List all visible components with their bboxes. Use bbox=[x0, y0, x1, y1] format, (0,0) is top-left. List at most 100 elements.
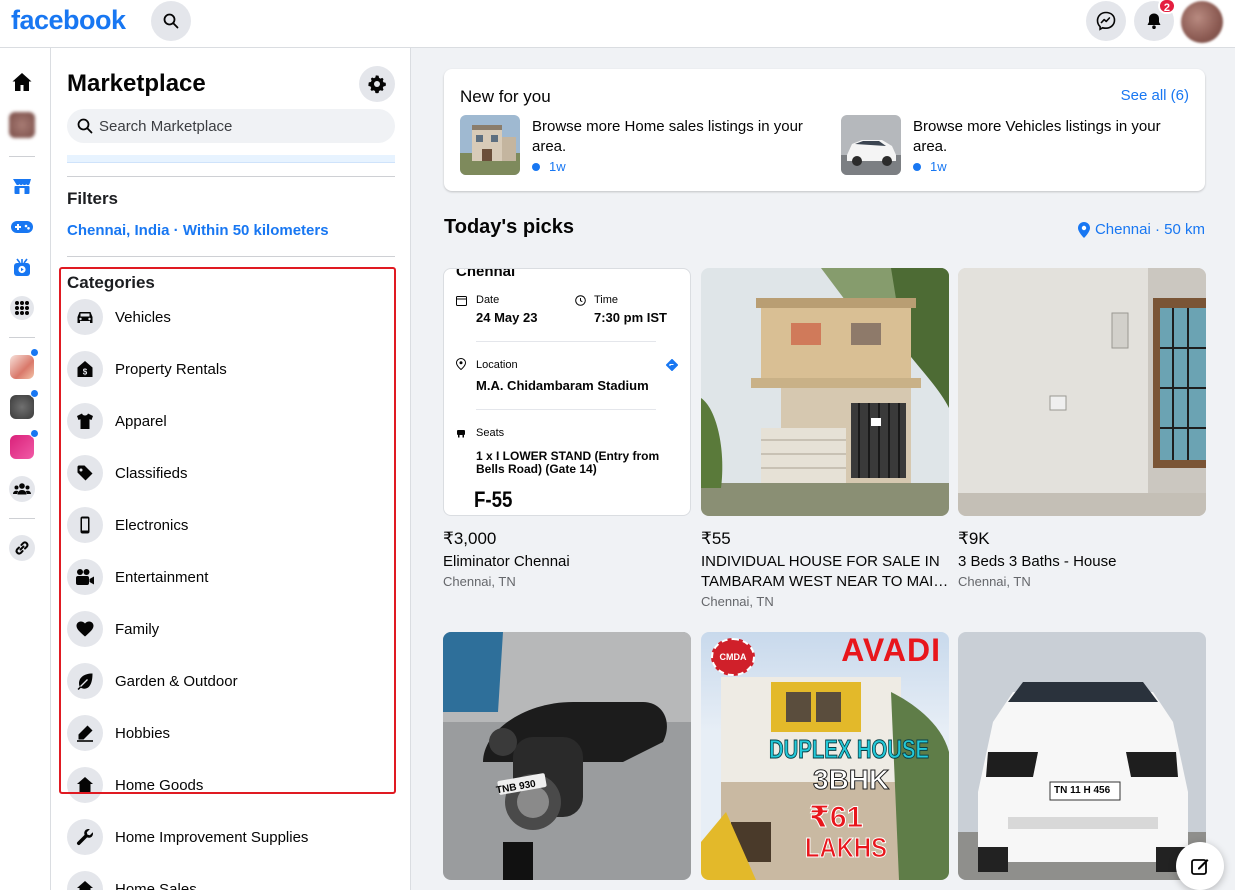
messenger-button[interactable] bbox=[1086, 1, 1126, 41]
listing-card[interactable]: TNB 930 bbox=[443, 632, 691, 880]
category-property-rentals[interactable]: $ Property Rentals bbox=[67, 347, 387, 391]
listing-price: ₹3,000 bbox=[443, 529, 497, 548]
ad-area-text: AVADI bbox=[841, 632, 941, 668]
grid-menu-icon bbox=[10, 296, 34, 320]
new-for-you-text: Browse more Home sales listings in your … bbox=[532, 118, 803, 155]
ticket-location-value: M.A. Chidambaram Stadium bbox=[476, 378, 649, 393]
category-family[interactable]: Family bbox=[67, 607, 387, 651]
unread-dot bbox=[30, 389, 39, 398]
listing-title: INDIVIDUAL HOUSE FOR SALE IN TAMBARAM WE… bbox=[701, 553, 945, 590]
search-button[interactable] bbox=[151, 1, 191, 41]
group-shortcut-1[interactable] bbox=[8, 353, 36, 381]
marketplace-shortcut[interactable] bbox=[8, 172, 36, 200]
profile-avatar[interactable] bbox=[1181, 1, 1223, 43]
ad-price-unit: LAKHS bbox=[805, 832, 888, 864]
category-hobbies[interactable]: Hobbies bbox=[67, 711, 387, 755]
filters-heading: Filters bbox=[67, 189, 119, 208]
settings-button[interactable] bbox=[359, 66, 395, 102]
navigate-icon bbox=[666, 359, 678, 371]
category-label: Garden & Outdoor bbox=[115, 672, 238, 690]
location-filter-link[interactable]: Chennai, India · Within 50 kilometers bbox=[67, 222, 329, 239]
tag-icon bbox=[77, 465, 93, 481]
listing-card[interactable]: TN 11 H 456 bbox=[958, 632, 1206, 880]
category-garden-outdoor[interactable]: Garden & Outdoor bbox=[67, 659, 387, 703]
category-label: Property Rentals bbox=[115, 360, 227, 378]
listing-title: Eliminator Chennai bbox=[443, 553, 570, 570]
listing-card[interactable]: CMDA AVADI DUPLEX HOUSE 3BHK ₹61 LAKHS bbox=[701, 632, 949, 880]
category-home-goods[interactable]: Home Goods bbox=[67, 763, 387, 807]
gaming-shortcut[interactable] bbox=[8, 213, 36, 241]
ad-headline: DUPLEX HOUSE bbox=[769, 734, 930, 765]
category-home-improvement[interactable]: Home Improvement Supplies bbox=[67, 815, 387, 859]
home-icon bbox=[12, 73, 32, 91]
divider bbox=[67, 176, 395, 177]
search-icon bbox=[77, 118, 93, 134]
house-icon bbox=[77, 777, 93, 793]
house-dollar-icon: $ bbox=[77, 361, 93, 377]
group-thumbnail bbox=[10, 435, 34, 459]
category-electronics[interactable]: Electronics bbox=[67, 503, 387, 547]
marketplace-feed: New for you See all (6) Browse more Home… bbox=[412, 48, 1235, 890]
groups-shortcut[interactable] bbox=[8, 475, 36, 503]
listing-card[interactable]: ₹55 INDIVIDUAL HOUSE FOR SALE IN TAMBARA… bbox=[701, 268, 949, 609]
ticket-seat-code: F-55 bbox=[474, 487, 513, 512]
ticket-image: Chennai Date 24 May 23 Time 7:30 pm IST … bbox=[443, 268, 691, 516]
listing-card[interactable]: Chennai Date 24 May 23 Time 7:30 pm IST … bbox=[443, 268, 691, 589]
marketplace-search[interactable] bbox=[67, 109, 395, 143]
listing-price: ₹9K bbox=[958, 529, 990, 548]
watch-shortcut[interactable] bbox=[8, 254, 36, 282]
car-icon bbox=[77, 312, 93, 323]
listing-location: Chennai, TN bbox=[443, 574, 516, 589]
category-label: Apparel bbox=[115, 412, 167, 430]
see-all-link[interactable]: See all (6) bbox=[1121, 87, 1189, 104]
svg-text:$: $ bbox=[83, 368, 88, 377]
category-vehicles[interactable]: Vehicles bbox=[67, 295, 387, 339]
ticket-seats-label: Seats bbox=[476, 427, 505, 439]
all-shortcuts[interactable] bbox=[8, 294, 36, 322]
storefront-icon bbox=[13, 179, 31, 194]
ticket-seats-value: 1 x I LOWER STAND (Entry from Bells Road… bbox=[476, 449, 660, 476]
listing-title: 3 Beds 3 Baths - House bbox=[958, 553, 1117, 570]
time-label: 1w bbox=[549, 159, 566, 174]
category-label: Electronics bbox=[115, 516, 189, 534]
listing-photo bbox=[701, 268, 949, 516]
home-shortcut[interactable] bbox=[8, 68, 36, 96]
listing-card[interactable]: ₹9K 3 Beds 3 Baths - House Chennai, TN bbox=[958, 268, 1206, 589]
vehicles-thumbnail bbox=[841, 115, 901, 175]
ad-bhk: 3BHK bbox=[812, 764, 890, 796]
unread-dot bbox=[30, 429, 39, 438]
profile-shortcut[interactable] bbox=[8, 111, 36, 139]
location-label: Chennai · 50 km bbox=[1094, 221, 1205, 238]
listing-photo: CMDA AVADI DUPLEX HOUSE 3BHK ₹61 LAKHS bbox=[701, 632, 949, 880]
notifications-button[interactable]: 2 bbox=[1134, 0, 1176, 41]
listing-location: Chennai, TN bbox=[701, 594, 774, 609]
time-label: 1w bbox=[930, 159, 947, 174]
location-link[interactable]: Chennai · 50 km bbox=[1077, 221, 1205, 238]
game-controller-icon bbox=[11, 221, 33, 233]
category-home-sales[interactable]: Home Sales bbox=[67, 867, 387, 890]
bell-icon bbox=[1147, 13, 1161, 29]
new-message-button[interactable] bbox=[1176, 842, 1224, 890]
ticket-date-value: 24 May 23 bbox=[476, 310, 538, 325]
category-apparel[interactable]: Apparel bbox=[67, 399, 387, 443]
category-classifieds[interactable]: Classifieds bbox=[67, 451, 387, 495]
unread-dot bbox=[30, 348, 39, 357]
category-entertainment[interactable]: Entertainment bbox=[67, 555, 387, 599]
new-for-you-time: 1w bbox=[532, 159, 566, 174]
facebook-logo[interactable]: facebook bbox=[11, 5, 126, 36]
left-shortcut-rail bbox=[0, 48, 51, 890]
calendar-icon bbox=[456, 296, 467, 306]
groups-icon bbox=[9, 476, 35, 502]
video-icon bbox=[14, 258, 30, 276]
cmda-badge: CMDA bbox=[711, 638, 755, 676]
search-input[interactable] bbox=[99, 117, 379, 135]
unread-dot bbox=[913, 162, 921, 171]
new-for-you-card: New for you See all (6) Browse more Home… bbox=[444, 69, 1205, 191]
category-label: Classifieds bbox=[115, 464, 188, 482]
divider bbox=[476, 409, 656, 410]
links-shortcut[interactable] bbox=[8, 534, 36, 562]
category-label: Family bbox=[115, 620, 160, 638]
new-for-you-item-home-sales[interactable]: Browse more Home sales listings in your … bbox=[460, 115, 820, 175]
marketplace-sidebar: Marketplace Filters Chennai, India · Wit… bbox=[51, 48, 411, 890]
new-for-you-item-vehicles[interactable]: Browse more Vehicles listings in your ar… bbox=[841, 115, 1201, 175]
